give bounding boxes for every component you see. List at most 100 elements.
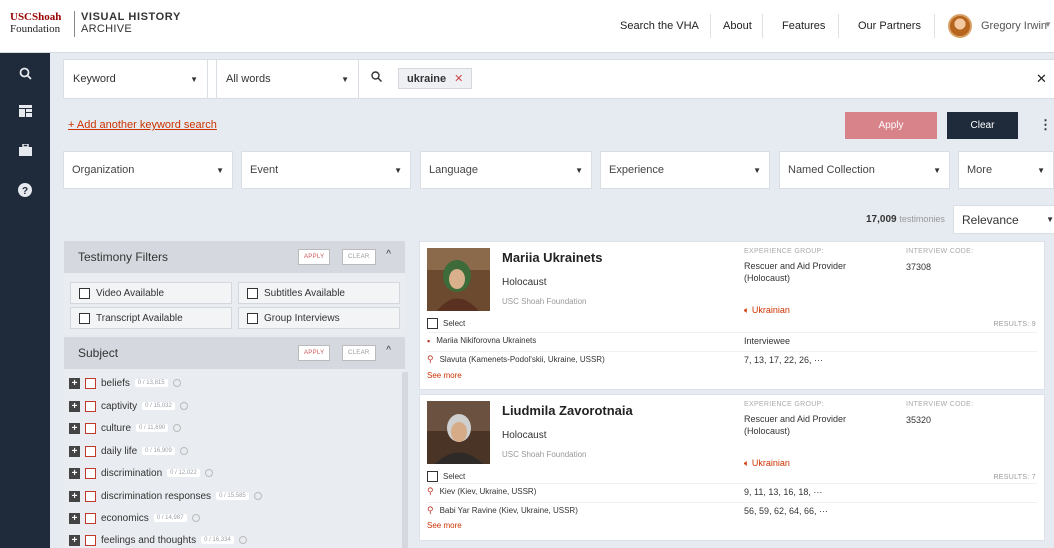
expand-icon[interactable]: + xyxy=(69,534,80,546)
usc-shoah-logo[interactable]: USCShoah Foundation xyxy=(10,11,61,35)
collapse-icon[interactable]: ^ xyxy=(386,249,391,260)
testimony-apply-button[interactable]: APPLY xyxy=(298,249,331,265)
result-card[interactable]: Mariia Ukrainets Holocaust USC Shoah Fou… xyxy=(419,241,1045,390)
info-icon[interactable] xyxy=(204,469,213,477)
info-icon[interactable] xyxy=(179,447,188,455)
expand-icon[interactable]: + xyxy=(69,467,80,479)
subject-item-culture[interactable]: + culture 0 / 11,690 xyxy=(64,418,291,438)
clear-button[interactable]: Clear xyxy=(947,112,1018,139)
see-more-link[interactable]: See more xyxy=(427,521,462,530)
filter-experience[interactable]: Experience ▼ xyxy=(600,151,770,189)
search-icon[interactable] xyxy=(12,60,38,86)
filter-organization[interactable]: Organization ▼ xyxy=(63,151,233,189)
collapse-icon[interactable]: ^ xyxy=(386,345,391,356)
avatar[interactable] xyxy=(948,14,972,38)
video-available-checkbox[interactable]: Video Available xyxy=(70,282,232,304)
interviewee-name[interactable]: Mariia Ukrainets xyxy=(502,250,602,265)
subject-item-captivity[interactable]: + captivity 0 / 15,032 xyxy=(64,396,291,416)
subject-item-beliefs[interactable]: + beliefs 0 / 13,815 xyxy=(64,373,291,393)
checkbox[interactable] xyxy=(79,287,90,299)
expand-icon[interactable]: + xyxy=(69,377,80,389)
checkbox[interactable] xyxy=(427,471,438,482)
expand-icon[interactable]: + xyxy=(69,445,80,457)
subject-item-discrimination-responses[interactable]: + discrimination responses 0 / 15,585 xyxy=(64,486,291,506)
info-icon[interactable] xyxy=(191,514,200,522)
expand-icon[interactable]: + xyxy=(69,512,80,524)
see-more-link[interactable]: See more xyxy=(427,371,462,380)
info-icon[interactable] xyxy=(179,402,188,410)
nav-search-the-vha[interactable]: Search the VHA xyxy=(620,20,699,32)
checkbox[interactable] xyxy=(79,312,90,324)
keyword-search-bar: Keyword ▼ All words ▼ ukraine ✕ ✕ xyxy=(63,59,1054,99)
select-result[interactable]: Select xyxy=(427,471,465,482)
subject-item-feelings-and-thoughts[interactable]: + feelings and thoughts 0 / 16,334 xyxy=(64,530,291,548)
keyword-field-select[interactable]: Keyword ▼ xyxy=(64,60,208,98)
experience-group-label: EXPERIENCE GROUP: xyxy=(744,401,824,408)
vha-logo[interactable]: VISUAL HISTORY ARCHIVE xyxy=(81,11,181,35)
dashboard-icon[interactable] xyxy=(12,98,38,124)
checkbox[interactable] xyxy=(247,287,258,299)
add-keyword-search-link[interactable]: + Add another keyword search xyxy=(68,119,217,131)
checkbox[interactable] xyxy=(247,312,258,324)
interviewee-org: USC Shoah Foundation xyxy=(502,297,587,306)
sort-select[interactable]: Relevance ▼ xyxy=(953,205,1054,234)
result-card[interactable]: Liudmila Zavorotnaia Holocaust USC Shoah… xyxy=(419,394,1045,541)
subject-item-discrimination[interactable]: + discrimination 0 / 12,022 xyxy=(64,463,291,483)
detail-right[interactable]: 9, 11, 13, 16, 18, ··· xyxy=(744,487,822,497)
nav-about[interactable]: About xyxy=(723,20,752,32)
caret-down-icon: ▼ xyxy=(575,165,583,175)
filter-event[interactable]: Event ▼ xyxy=(241,151,411,189)
testimony-clear-button[interactable]: CLEAR xyxy=(342,249,376,265)
info-icon[interactable] xyxy=(173,424,182,432)
close-icon[interactable]: ✕ xyxy=(1036,71,1047,87)
filter-more[interactable]: More ▼ xyxy=(958,151,1054,189)
detail-left: Kiev (Kiev, Ukraine, USSR) xyxy=(439,487,537,496)
checkbox[interactable] xyxy=(85,467,96,479)
detail-right[interactable]: 56, 59, 62, 64, 66, ··· xyxy=(744,506,828,516)
detail-right[interactable]: 7, 13, 17, 22, 26, ··· xyxy=(744,355,823,365)
subject-clear-button[interactable]: CLEAR xyxy=(342,345,376,361)
group-interviews-checkbox[interactable]: Group Interviews xyxy=(238,307,400,329)
checkbox[interactable] xyxy=(85,445,96,457)
select-result[interactable]: Select xyxy=(427,318,465,329)
info-icon[interactable] xyxy=(172,379,181,387)
checkbox[interactable] xyxy=(85,490,96,502)
subject-item-economics[interactable]: + economics 0 / 14,987 xyxy=(64,508,291,528)
checkbox[interactable] xyxy=(85,400,96,412)
match-mode-select[interactable]: All words ▼ xyxy=(216,60,359,98)
expand-icon[interactable]: + xyxy=(69,490,80,502)
briefcase-icon[interactable] xyxy=(12,137,38,163)
caret-down-icon: ▼ xyxy=(394,165,402,175)
filter-named-collection[interactable]: Named Collection ▼ xyxy=(779,151,950,189)
user-name[interactable]: Gregory Irwin xyxy=(981,20,1047,32)
checkbox[interactable] xyxy=(85,512,96,524)
subject-item-daily-life[interactable]: + daily life 0 / 16,909 xyxy=(64,441,291,461)
remove-chip-icon[interactable]: ✕ xyxy=(454,72,463,85)
transcript-available-checkbox[interactable]: Transcript Available xyxy=(70,307,232,329)
search-icon xyxy=(371,71,383,85)
subject-scrollbar[interactable] xyxy=(402,372,408,548)
help-icon[interactable]: ? xyxy=(12,177,38,203)
panel-title: Testimony Filters xyxy=(78,250,169,264)
checkbox[interactable] xyxy=(85,422,96,434)
apply-button[interactable]: Apply xyxy=(845,112,937,139)
chevron-down-icon[interactable]: ▼ xyxy=(1044,20,1052,29)
more-options-icon[interactable]: ⋮ xyxy=(1039,117,1052,133)
subtitles-available-checkbox[interactable]: Subtitles Available xyxy=(238,282,400,304)
subject-apply-button[interactable]: APPLY xyxy=(298,345,331,361)
checkbox[interactable] xyxy=(85,377,96,389)
interviewee-name[interactable]: Liudmila Zavorotnaia xyxy=(502,403,633,418)
keyword-chip[interactable]: ukraine ✕ xyxy=(398,68,473,89)
filter-label: Language xyxy=(429,164,478,176)
info-icon[interactable] xyxy=(238,536,247,544)
result-detail-row: ⚲ Kiev (Kiev, Ukraine, USSR) 9, 11, 13, 1… xyxy=(427,483,1037,499)
info-icon[interactable] xyxy=(253,492,262,500)
nav-our-partners[interactable]: Our Partners xyxy=(858,20,921,32)
filter-language[interactable]: Language ▼ xyxy=(420,151,592,189)
expand-icon[interactable]: + xyxy=(69,400,80,412)
checkbox[interactable] xyxy=(427,318,438,329)
expand-icon[interactable]: + xyxy=(69,422,80,434)
checkbox-label: Group Interviews xyxy=(264,312,340,324)
checkbox[interactable] xyxy=(85,534,96,546)
nav-features[interactable]: Features xyxy=(782,20,825,32)
